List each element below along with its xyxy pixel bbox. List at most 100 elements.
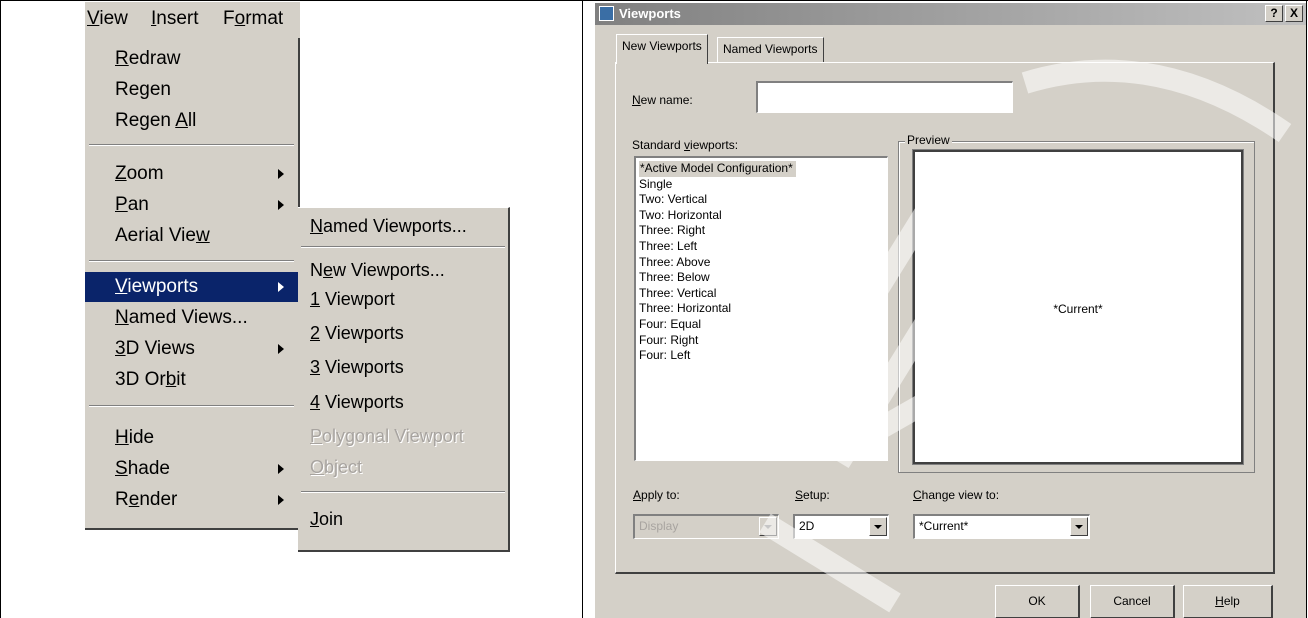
list-item-selected[interactable]: *Active Model Configuration* xyxy=(639,161,796,177)
list-item[interactable]: Three: Horizontal xyxy=(638,301,885,317)
aerial-view-pre: Aerial Vie xyxy=(115,225,196,246)
shade-label: hade xyxy=(127,458,170,479)
render-pre: R xyxy=(115,489,129,510)
list-item[interactable]: Four: Equal xyxy=(638,317,885,333)
help-question-button[interactable]: ? xyxy=(1265,5,1283,22)
menu-item-regen[interactable]: Regen xyxy=(85,75,298,105)
submenu-item-join[interactable]: Join xyxy=(298,504,508,534)
app-icon xyxy=(599,6,614,21)
list-item[interactable]: Three: Left xyxy=(638,239,885,255)
list-item[interactable]: Four: Right xyxy=(638,333,885,349)
menu-insert-label: nsert xyxy=(156,8,199,29)
submenu-separator xyxy=(301,491,505,493)
new-name-label: New name: xyxy=(632,93,693,107)
viewports-label: iewports xyxy=(127,276,199,297)
menu-item-shade[interactable]: Shade xyxy=(85,454,298,484)
3d-views-mnemonic: 3 xyxy=(115,338,126,359)
menu-view-label: iew xyxy=(99,8,128,29)
submenu-arrow-icon xyxy=(278,344,284,354)
list-item[interactable]: Two: Horizontal xyxy=(638,208,885,224)
3d-orbit-pre: 3D Or xyxy=(115,369,166,390)
tab-new-viewports[interactable]: New Viewports xyxy=(616,34,708,64)
menu-format-mnemonic: o xyxy=(234,8,246,29)
change-view-label-text: hange view to: xyxy=(921,488,1000,502)
dialog-titlebar[interactable]: Viewports ? X xyxy=(595,3,1306,25)
apply-to-select[interactable]: Display xyxy=(633,514,779,539)
submenu-item-new-viewports[interactable]: New Viewports... xyxy=(298,255,508,285)
submenu-item-named-viewports[interactable]: Named Viewports... xyxy=(298,211,508,241)
list-item[interactable]: Two: Vertical xyxy=(638,192,885,208)
chevron-down-icon[interactable] xyxy=(869,517,887,536)
submenu-item-object[interactable]: Object xyxy=(298,452,508,482)
menu-item-viewports[interactable]: Viewports xyxy=(85,272,298,302)
menu-item-pan[interactable]: Pan xyxy=(85,190,298,220)
redraw-mnemonic: R xyxy=(115,48,129,69)
change-view-value: *Current* xyxy=(919,519,969,533)
menu-format-label: rmat xyxy=(245,8,284,29)
standard-viewports-list[interactable]: *Active Model Configuration* Single Two:… xyxy=(634,156,888,461)
setup-select[interactable]: 2D xyxy=(793,514,889,539)
change-view-mnemonic: C xyxy=(913,488,922,502)
3d-orbit-label: it xyxy=(176,369,186,390)
submenu-arrow-icon xyxy=(278,282,284,292)
chevron-down-icon[interactable] xyxy=(759,517,777,536)
new-viewports-mnemonic: e xyxy=(323,260,334,280)
list-item[interactable]: Three: Vertical xyxy=(638,286,885,302)
menu-item-aerial-view[interactable]: Aerial View xyxy=(85,221,298,251)
3-viewports-label: Viewports xyxy=(320,357,404,377)
list-item[interactable]: Three: Below xyxy=(638,270,885,286)
change-view-select[interactable]: *Current* xyxy=(913,514,1090,539)
list-item[interactable]: Three: Right xyxy=(638,223,885,239)
dialog-title: Viewports xyxy=(619,6,681,21)
4-viewports-mnemonic: 4 xyxy=(310,392,321,412)
menu-view[interactable]: View xyxy=(87,8,128,30)
pan-mnemonic: P xyxy=(115,194,128,215)
new-name-label-text: ew name: xyxy=(640,93,693,107)
menu-item-zoom[interactable]: Zoom xyxy=(85,159,298,189)
new-viewports-label: w Viewports... xyxy=(333,260,445,280)
submenu-arrow-icon xyxy=(278,169,284,179)
new-name-input[interactable] xyxy=(756,81,1013,113)
object-mnemonic: O xyxy=(310,457,325,477)
cancel-button[interactable]: Cancel xyxy=(1090,585,1175,618)
menu-item-named-views[interactable]: Named Views... xyxy=(85,303,298,333)
list-item[interactable]: Single xyxy=(638,177,885,193)
submenu-item-polygonal-viewport[interactable]: Polygonal Viewport xyxy=(298,421,508,451)
frame-left-border xyxy=(0,0,1,618)
named-views-label: amed Views... xyxy=(128,307,248,328)
help-mnemonic: H xyxy=(1215,594,1224,608)
close-button[interactable]: X xyxy=(1285,5,1303,22)
menu-item-3d-views[interactable]: 3D Views xyxy=(85,334,298,364)
menu-item-hide[interactable]: Hide xyxy=(85,423,298,453)
join-label: oin xyxy=(319,509,344,529)
standard-viewports-label-text: iewports: xyxy=(690,138,739,152)
submenu-item-3-viewports[interactable]: 3 Viewports xyxy=(298,352,508,382)
list-item[interactable]: Three: Above xyxy=(638,255,885,271)
2-viewports-mnemonic: 2 xyxy=(310,323,321,343)
menu-item-render[interactable]: Render xyxy=(85,485,298,515)
standard-viewports-pre: Standard xyxy=(632,138,685,152)
regen-all-mnemonic: A xyxy=(175,110,188,131)
preview-current-label: *Current* xyxy=(1053,302,1103,316)
menu-item-redraw[interactable]: Redraw xyxy=(85,44,298,74)
tab-named-viewports[interactable]: Named Viewports xyxy=(717,37,824,62)
apply-to-label: Apply to: xyxy=(633,488,680,502)
chevron-down-icon[interactable] xyxy=(1070,517,1088,536)
join-mnemonic: J xyxy=(310,509,319,529)
list-item[interactable]: *Active Model Configuration* xyxy=(638,161,885,177)
submenu-separator xyxy=(301,246,505,248)
submenu-item-2-viewports[interactable]: 2 Viewports xyxy=(298,318,508,348)
submenu-item-4-viewports[interactable]: 4 Viewports xyxy=(298,387,508,417)
hide-mnemonic: H xyxy=(115,427,129,448)
submenu-arrow-icon xyxy=(278,495,284,505)
ok-button[interactable]: OK xyxy=(995,585,1080,618)
submenu-item-1-viewport[interactable]: 1 Viewport xyxy=(298,284,508,314)
menu-insert[interactable]: Insert xyxy=(151,8,199,30)
menu-separator xyxy=(89,144,294,146)
menu-item-regen-all[interactable]: Regen All xyxy=(85,106,298,136)
help-button[interactable]: Help xyxy=(1183,585,1273,618)
preview-group-title: Preview xyxy=(905,133,952,147)
menu-item-3d-orbit[interactable]: 3D Orbit xyxy=(85,365,298,395)
menu-format[interactable]: Format xyxy=(223,8,283,30)
list-item[interactable]: Four: Left xyxy=(638,348,885,364)
